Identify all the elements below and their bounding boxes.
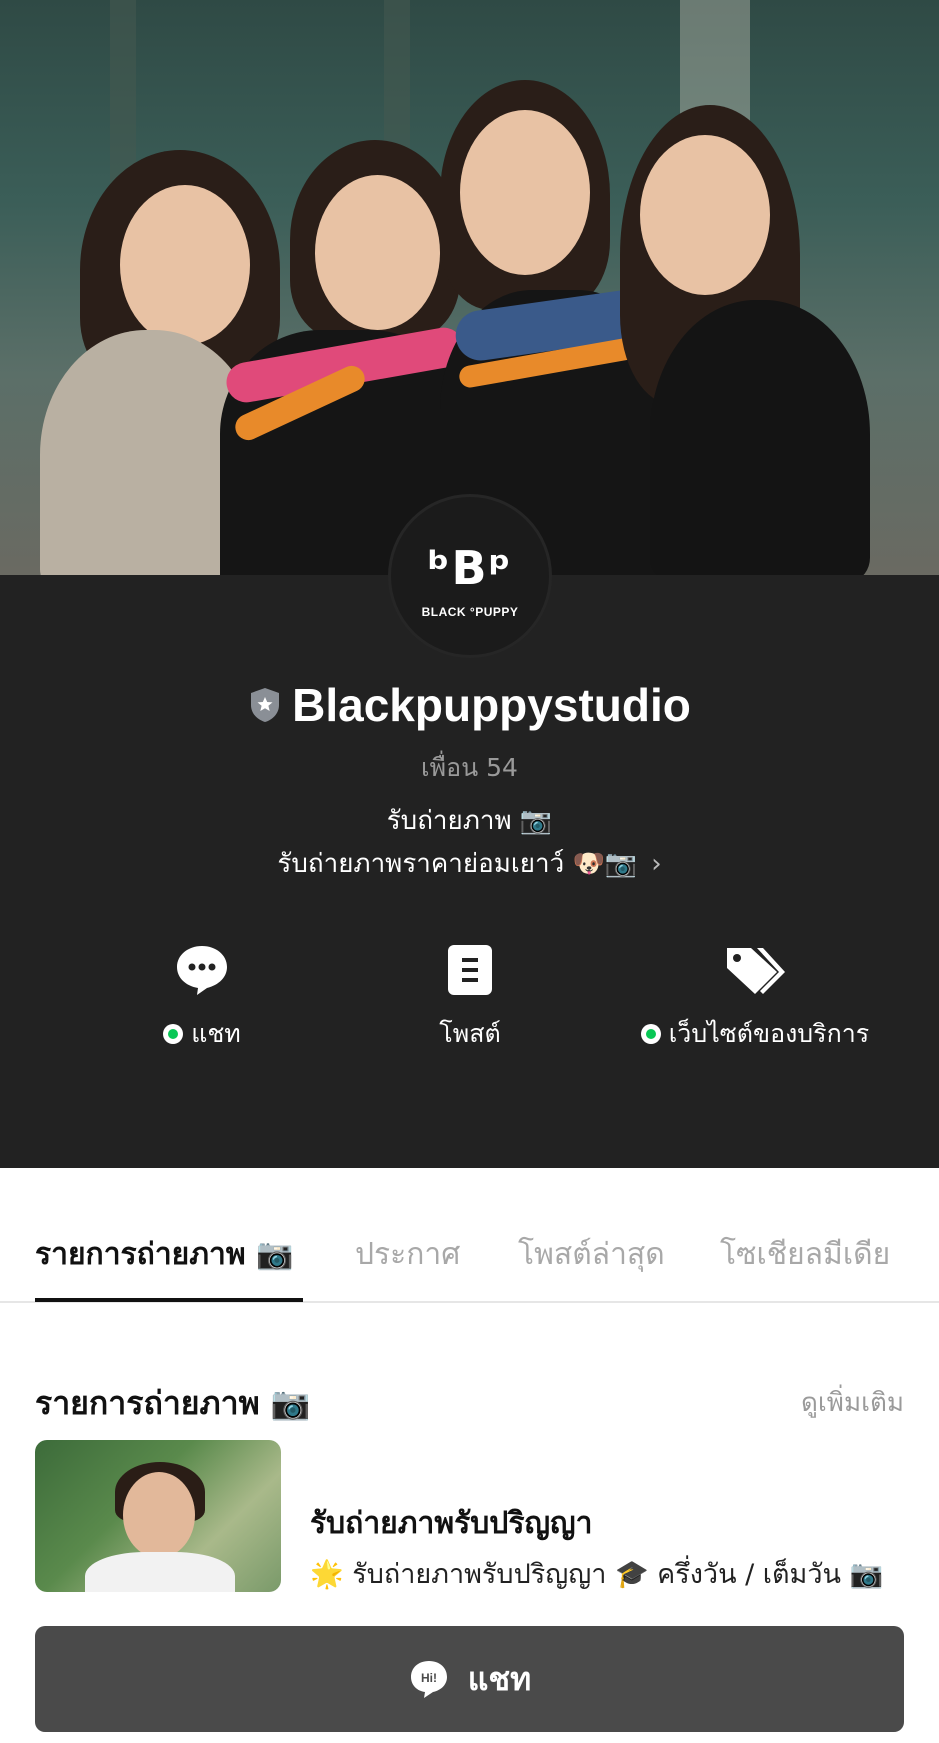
action-service-website[interactable]: เว็บไซต์ของบริการ — [605, 940, 905, 1054]
post-icon — [448, 945, 492, 995]
logo-mark: ᵇBᵖ — [427, 541, 513, 595]
chat-button-label: แชท — [467, 1659, 532, 1698]
tab-bar: รายการถ่ายภาพ 📷 ประกาศ โพสต์ล่าสุด โซเชี… — [0, 1168, 939, 1303]
chat-bubble-icon — [177, 946, 227, 995]
action-service-website-label: เว็บไซต์ของบริการ — [668, 1019, 870, 1048]
service-card-image[interactable] — [35, 1440, 281, 1592]
person-face — [123, 1472, 195, 1558]
action-bar: แชท โพสต์ เว็บไซต์ของบริการ — [0, 940, 939, 1050]
person-body — [650, 300, 870, 575]
verified-shield-icon — [251, 688, 280, 722]
chat-button[interactable]: Hi! แชท — [35, 1626, 904, 1732]
action-chat[interactable]: แชท — [72, 940, 332, 1054]
see-more-link[interactable]: ดูเพิ่มเติม — [801, 1382, 904, 1423]
person-face — [460, 110, 590, 275]
online-status-dot — [163, 1024, 184, 1044]
svg-text:Hi!: Hi! — [421, 1671, 437, 1685]
chevron-right-icon: › — [651, 848, 662, 879]
action-post[interactable]: โพสต์ — [340, 940, 600, 1054]
logo-brand-text: BLACK °PUPPY — [421, 605, 519, 619]
active-tab-indicator — [35, 1298, 303, 1302]
profile-avatar[interactable]: ᵇBᵖ BLACK °PUPPY — [388, 494, 552, 658]
account-name: Blackpuppystudio — [292, 679, 691, 731]
section-title: รายการถ่ายภาพ 📷 — [35, 1384, 311, 1422]
service-card-description: 🌟 รับถ่ายภาพรับปริญญา 🎓 ครึ่งวัน / เต็มว… — [310, 1559, 884, 1590]
service-card-title[interactable]: รับถ่ายภาพรับปริญญา — [310, 1500, 592, 1547]
cover-photo[interactable] — [0, 0, 939, 575]
online-status-dot — [640, 1024, 661, 1044]
status-message: รับถ่ายภาพ 📷 — [386, 806, 553, 836]
hi-bubble-icon: Hi! — [410, 1661, 447, 1698]
profile-description: รับถ่ายภาพราคาย่อมเยาว์ 🐶📷 — [277, 849, 638, 879]
tab-latest-posts[interactable]: โพสต์ล่าสุด — [518, 1231, 665, 1278]
person-face — [120, 185, 250, 345]
person-face — [640, 135, 770, 295]
friend-count: เพื่อน 54 — [421, 753, 518, 782]
action-post-label: โพสต์ — [439, 1019, 501, 1048]
profile-description-link[interactable]: รับถ่ายภาพราคาย่อมเยาว์ 🐶📷 › — [0, 843, 939, 884]
person-face — [315, 175, 440, 330]
tab-social-media[interactable]: โซเชียลมีเดีย — [720, 1231, 890, 1278]
tab-announcements[interactable]: ประกาศ — [355, 1231, 460, 1278]
person-body — [85, 1552, 235, 1592]
action-chat-label: แชท — [191, 1019, 241, 1048]
tab-photo-services[interactable]: รายการถ่ายภาพ 📷 — [35, 1231, 293, 1278]
tag-icon — [727, 948, 785, 994]
account-name-row: Blackpuppystudio — [0, 678, 939, 732]
